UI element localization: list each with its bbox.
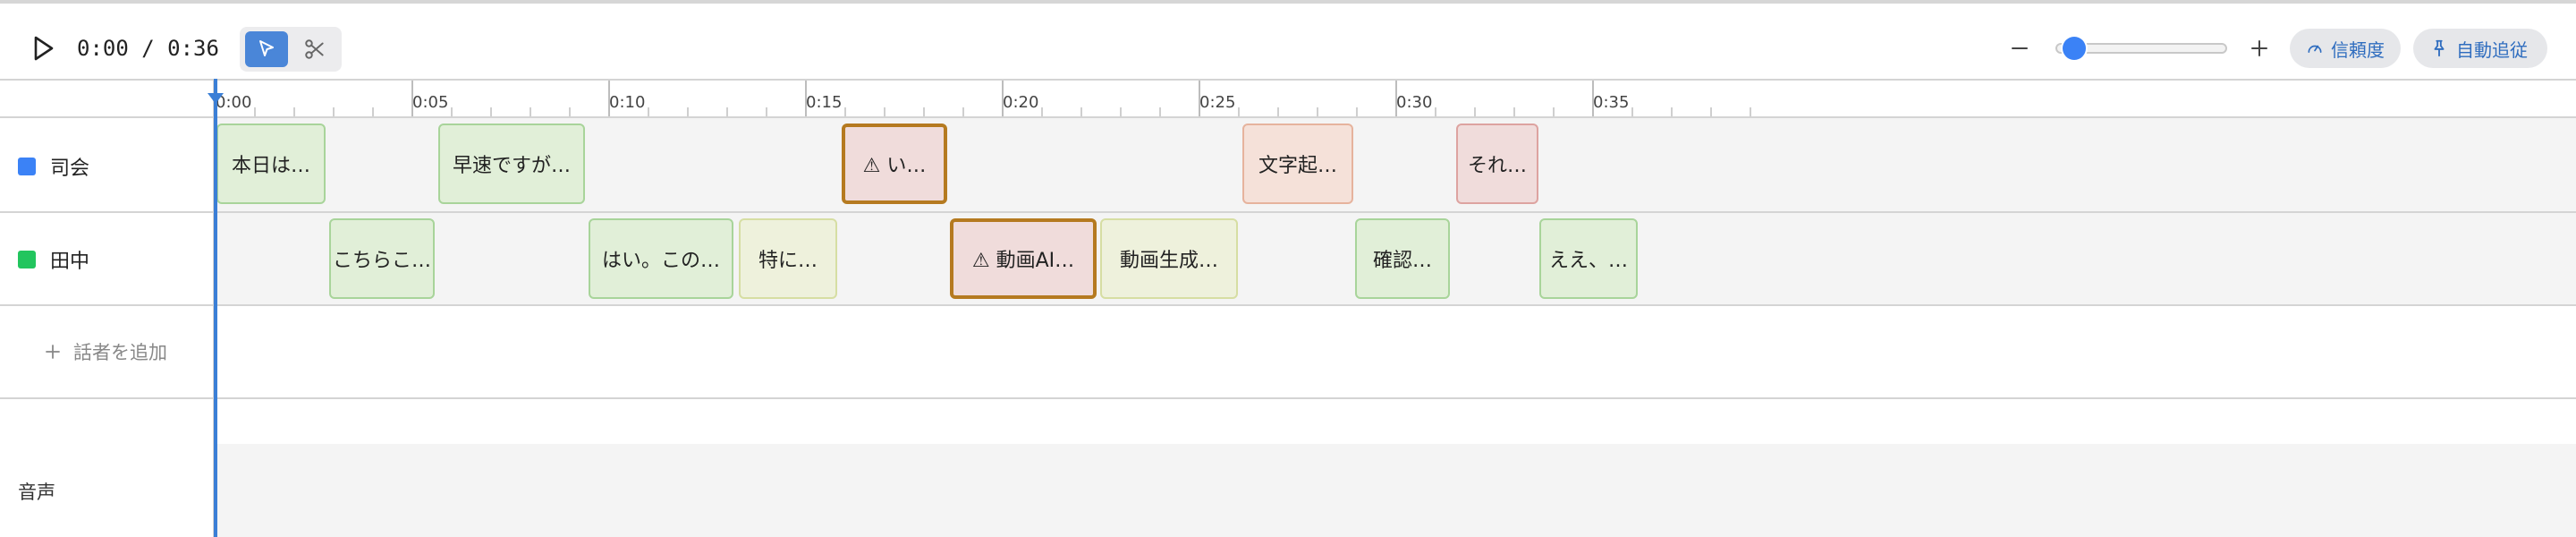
play-icon [34,36,54,61]
ruler-minor-tick [333,107,335,116]
scissors-icon [305,39,324,59]
ruler-minor-tick [1159,107,1161,116]
ruler-minor-tick [1750,107,1751,116]
add-speaker-row [0,306,2576,399]
ruler-tick-label: 0:05 [412,93,449,112]
ruler-minor-tick [1080,107,1082,116]
track-header-host[interactable]: 司会 [0,118,215,211]
ruler-minor-tick [372,107,374,116]
transcript-clip[interactable]: 確認… [1355,218,1450,299]
ruler-minor-tick [451,107,453,116]
ruler-tick-label: 0:30 [1396,93,1433,112]
add-speaker-label: 話者を追加 [73,342,167,363]
ruler-minor-tick [766,107,767,116]
ruler-minor-tick [530,107,531,116]
zoom-out-button[interactable] [2007,36,2032,61]
transcript-clip-warning[interactable]: ⚠ い… [842,124,947,204]
ruler-minor-tick [1317,107,1318,116]
ruler-minor-tick [254,107,256,116]
track-header-tanaka[interactable]: 田中 [0,213,215,304]
confidence-label: 信頼度 [2331,38,2385,61]
transcript-clip[interactable]: はい。この… [589,218,733,299]
ruler-minor-tick [1710,107,1712,116]
transcript-clip[interactable]: ええ、… [1539,218,1638,299]
cursor-arrow-icon [259,40,274,56]
time-ruler[interactable]: 0:00 0:05 0:10 0:15 0:20 0:25 0:30 0:35 [0,79,2576,118]
add-speaker-button[interactable]: 話者を追加 [45,338,167,365]
track-row-tanaka: こちらこ… はい。この… 特に… ⚠ 動画AI… 動画生成… 確認… ええ、… 田中 [0,213,2576,306]
ruler-minor-tick [923,107,925,116]
ruler-minor-tick [490,107,492,116]
transcript-clip[interactable]: 本日は… [216,124,326,204]
ruler-minor-tick [962,107,964,116]
plus-icon [2251,40,2267,56]
minus-icon [2012,47,2028,49]
auto-follow-button[interactable]: 自動追従 [2413,29,2547,68]
speaker-name: 司会 [50,158,90,180]
ruler-minor-tick [1120,107,1122,116]
ruler-minor-tick [293,107,295,116]
ruler-minor-tick [1238,107,1240,116]
ruler-tick-label: 0:20 [1003,93,1039,112]
ruler-minor-tick [1356,107,1358,116]
ruler-minor-tick [726,107,728,116]
transcript-clip[interactable]: 特に… [739,218,837,299]
transcript-clip[interactable]: それ… [1456,124,1538,204]
track-lane-host[interactable]: 本日は… 早速ですが… ⚠ い… 文字起… それ… [215,118,2576,211]
ruler-tick-label: 0:10 [609,93,646,112]
zoom-in-button[interactable] [2247,36,2272,61]
ruler-tick-label: 0:25 [1199,93,1236,112]
ruler-header-spacer [0,81,215,116]
playhead[interactable] [214,79,217,537]
ruler-tick-label: 0:35 [1593,93,1630,112]
speaker-color-swatch [18,251,36,268]
audio-track-label: 音声 [18,482,55,503]
ruler-minor-tick [844,107,846,116]
transcript-clip[interactable]: 文字起… [1242,124,1353,204]
speaker-name: 田中 [50,251,90,273]
gauge-icon [2308,45,2322,54]
transcript-clip[interactable]: こちらこ… [329,218,435,299]
plus-icon [46,345,60,359]
ruler-minor-tick [1041,107,1043,116]
speaker-color-swatch [18,158,36,175]
audio-waveform-lane[interactable] [215,444,2576,537]
ruler-minor-tick [1513,107,1515,116]
ruler-minor-tick [687,107,689,116]
select-tool-button[interactable] [245,31,288,67]
ruler-minor-tick [1553,107,1555,116]
ruler-minor-tick [1474,107,1476,116]
audio-track-row [0,399,2576,537]
ruler-tick-label: 0:15 [806,93,843,112]
cut-tool-button[interactable] [293,31,336,67]
zoom-slider-thumb[interactable] [2063,37,2087,60]
timecode: 0:00 / 0:36 [77,36,219,61]
tool-selector [240,27,342,72]
transcript-clip[interactable]: 動画生成… [1100,218,1238,299]
ruler-minor-tick [648,107,649,116]
auto-follow-label: 自動追従 [2456,38,2528,61]
ruler-minor-tick [1435,107,1436,116]
play-button[interactable] [27,32,59,64]
pin-icon [2434,39,2445,57]
transcript-clip-warning[interactable]: ⚠ 動画AI… [950,218,1097,299]
ruler-minor-tick [1631,107,1633,116]
audio-track-header [0,399,215,537]
ruler-minor-tick [569,107,571,116]
track-row-host: 本日は… 早速ですが… ⚠ い… 文字起… それ… 司会 [0,118,2576,213]
ruler-minor-tick [1277,107,1279,116]
confidence-button[interactable]: 信頼度 [2290,29,2401,68]
zoom-slider[interactable] [2055,37,2227,60]
playhead-handle[interactable] [208,93,224,104]
track-lane-tanaka[interactable]: こちらこ… はい。この… 特に… ⚠ 動画AI… 動画生成… 確認… ええ、… [215,213,2576,304]
ruler-minor-tick [884,107,886,116]
toolbar: 0:00 / 0:36 信頼度 自動追従 [0,4,2576,79]
ruler-minor-tick [1671,107,1673,116]
transcript-clip[interactable]: 早速ですが… [438,124,585,204]
